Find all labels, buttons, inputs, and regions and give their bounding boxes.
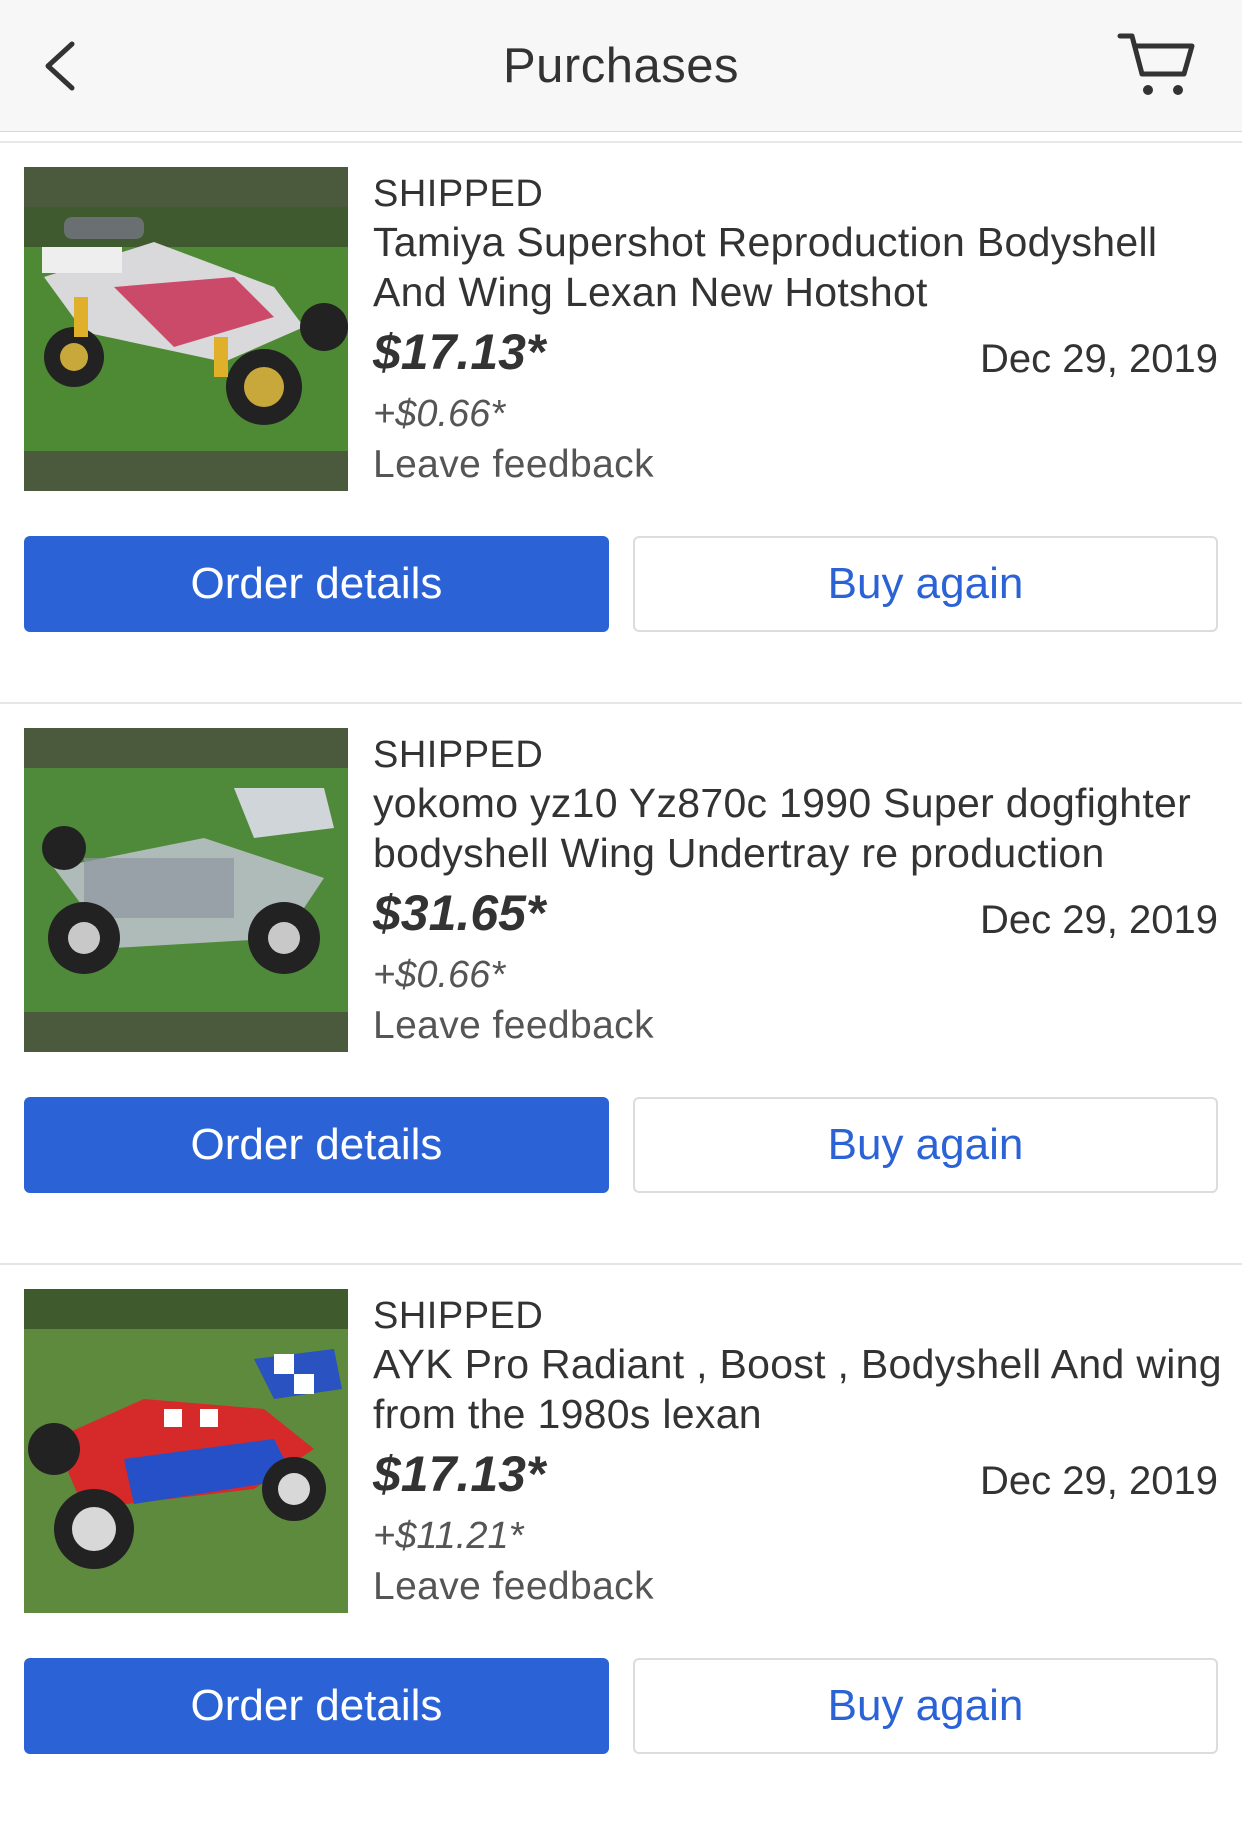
item-price: $17.13* xyxy=(373,1446,546,1502)
order-date: Dec 29, 2019 xyxy=(980,1459,1218,1503)
shipping-cost: +$0.66* xyxy=(373,393,506,435)
page-title: Purchases xyxy=(502,39,739,93)
cart-button[interactable] xyxy=(1116,30,1196,102)
buy-again-button[interactable]: Buy again xyxy=(633,1097,1218,1193)
leave-feedback-link[interactable]: Leave feedback xyxy=(373,1565,654,1609)
order-status: SHIPPED xyxy=(373,1295,544,1337)
item-thumbnail[interactable] xyxy=(24,167,348,491)
purchase-card: SHIPPED yokomo yz10 Yz870c 1990 Super do… xyxy=(0,704,1242,1265)
cart-icon xyxy=(1117,33,1195,95)
item-price: $31.65* xyxy=(373,885,546,941)
item-title[interactable]: AYK Pro Radiant , Boost , Bodyshell And … xyxy=(373,1339,1223,1439)
buy-again-button[interactable]: Buy again xyxy=(633,1658,1218,1754)
shipping-cost: +$11.21* xyxy=(373,1515,524,1557)
order-status: SHIPPED xyxy=(373,734,544,776)
order-date: Dec 29, 2019 xyxy=(980,898,1218,942)
order-date: Dec 29, 2019 xyxy=(980,337,1218,381)
nav-bar: Purchases xyxy=(0,0,1242,132)
item-title[interactable]: Tamiya Supershot Reproduction Bodyshell … xyxy=(373,217,1223,317)
leave-feedback-link[interactable]: Leave feedback xyxy=(373,443,654,487)
leave-feedback-link[interactable]: Leave feedback xyxy=(373,1004,654,1048)
order-status: SHIPPED xyxy=(373,173,544,215)
item-price: $17.13* xyxy=(373,324,546,380)
shipping-cost: +$0.66* xyxy=(373,954,506,996)
order-details-button[interactable]: Order details xyxy=(24,536,609,632)
item-title[interactable]: yokomo yz10 Yz870c 1990 Super dogfighter… xyxy=(373,778,1223,878)
order-details-button[interactable]: Order details xyxy=(24,1658,609,1754)
buy-again-button[interactable]: Buy again xyxy=(633,536,1218,632)
purchase-card: SHIPPED Tamiya Supershot Reproduction Bo… xyxy=(0,143,1242,704)
item-thumbnail[interactable] xyxy=(24,728,348,1052)
order-details-button[interactable]: Order details xyxy=(24,1097,609,1193)
item-thumbnail[interactable] xyxy=(24,1289,348,1613)
purchase-card: SHIPPED AYK Pro Radiant , Boost , Bodysh… xyxy=(0,1265,1242,1826)
